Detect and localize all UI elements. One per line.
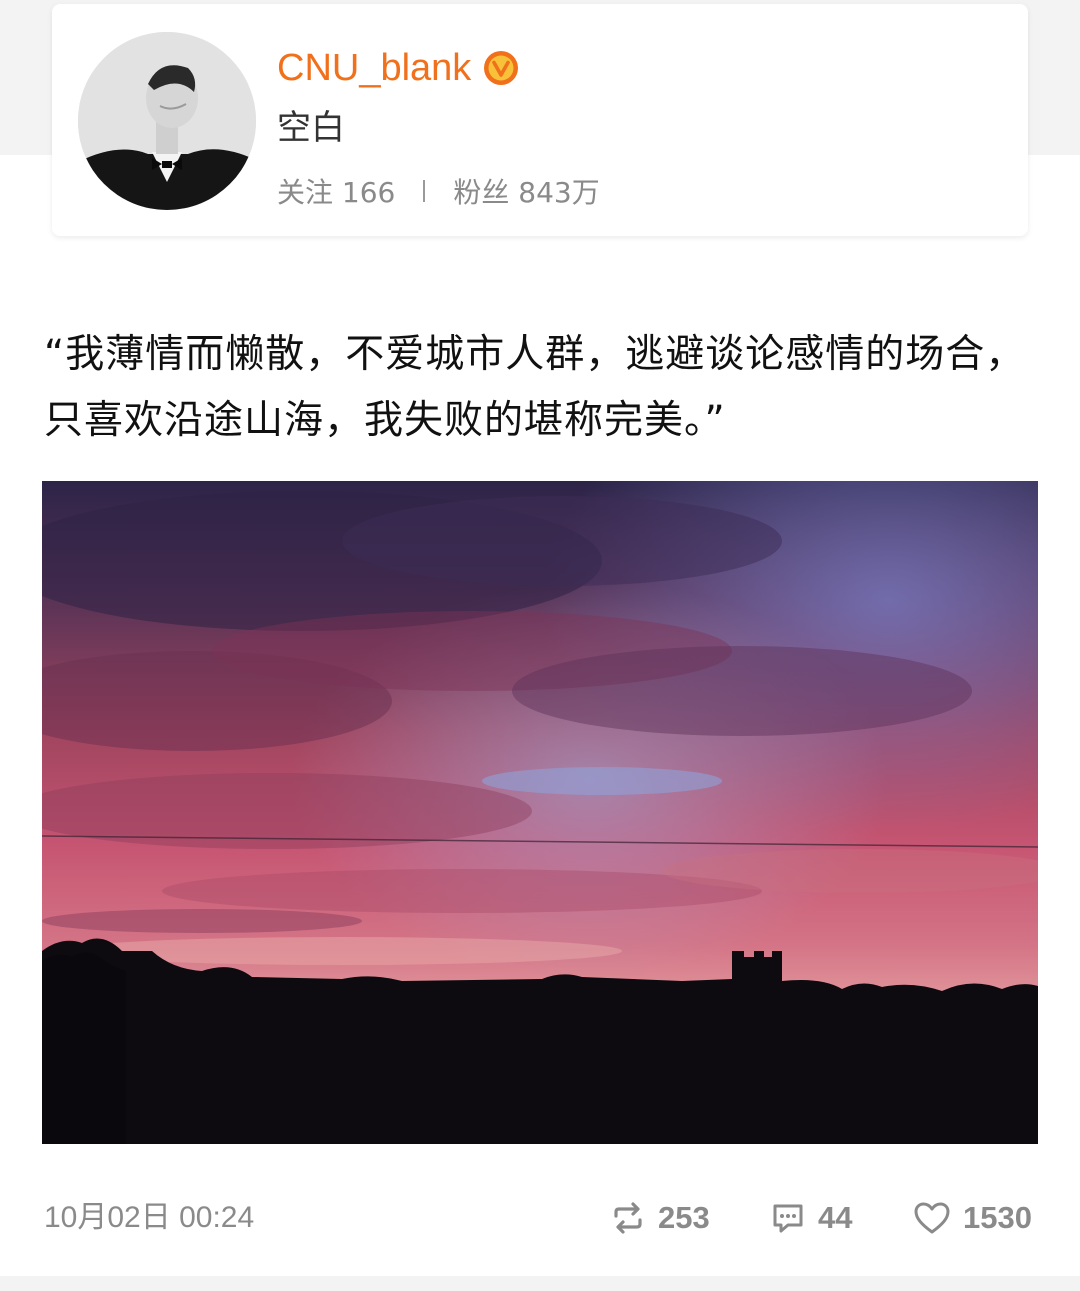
followers-label: 粉丝	[453, 176, 510, 209]
verified-badge-icon	[484, 51, 519, 85]
comment-button[interactable]: 44	[770, 1190, 852, 1246]
post-image[interactable]	[42, 481, 1038, 1144]
repost-icon	[614, 1202, 642, 1234]
followers-stat[interactable]: 粉丝 843万	[453, 171, 599, 211]
nickname: 空白	[277, 108, 345, 148]
page-background-bottom	[0, 1276, 1080, 1291]
post-text: “我薄情而懒散，不爱城市人群，逃避谈论感情的场合，只喜欢沿途山海，我失败的堪称完…	[44, 332, 1026, 443]
post-timestamp: 10月02日 00:24	[44, 1201, 255, 1234]
follow-stats: 关注 166 粉丝 843万	[277, 168, 600, 214]
like-button[interactable]: 1530	[913, 1190, 1032, 1246]
like-count: 1530	[963, 1200, 1032, 1235]
followers-count: 843万	[518, 176, 600, 209]
post-footer: 10月02日 00:24 253 44 1530	[0, 1190, 1080, 1246]
comment-icon	[773, 1204, 803, 1233]
heart-icon	[914, 1202, 950, 1234]
username-row[interactable]: CNU_blank	[277, 40, 519, 96]
profile-card[interactable]: CNU_blank 空白 关注 166 粉丝 843万	[52, 4, 1028, 236]
sunset-sky-photo	[42, 481, 1038, 1144]
following-stat[interactable]: 关注 166	[277, 171, 395, 211]
avatar-image	[78, 32, 256, 210]
avatar[interactable]	[78, 32, 256, 210]
following-count: 166	[341, 176, 396, 209]
following-label: 关注	[277, 176, 334, 209]
stat-divider	[423, 180, 426, 202]
repost-count: 253	[658, 1200, 710, 1235]
username[interactable]: CNU_blank	[277, 40, 471, 96]
repost-button[interactable]: 253	[610, 1190, 710, 1246]
comment-count: 44	[818, 1200, 853, 1235]
